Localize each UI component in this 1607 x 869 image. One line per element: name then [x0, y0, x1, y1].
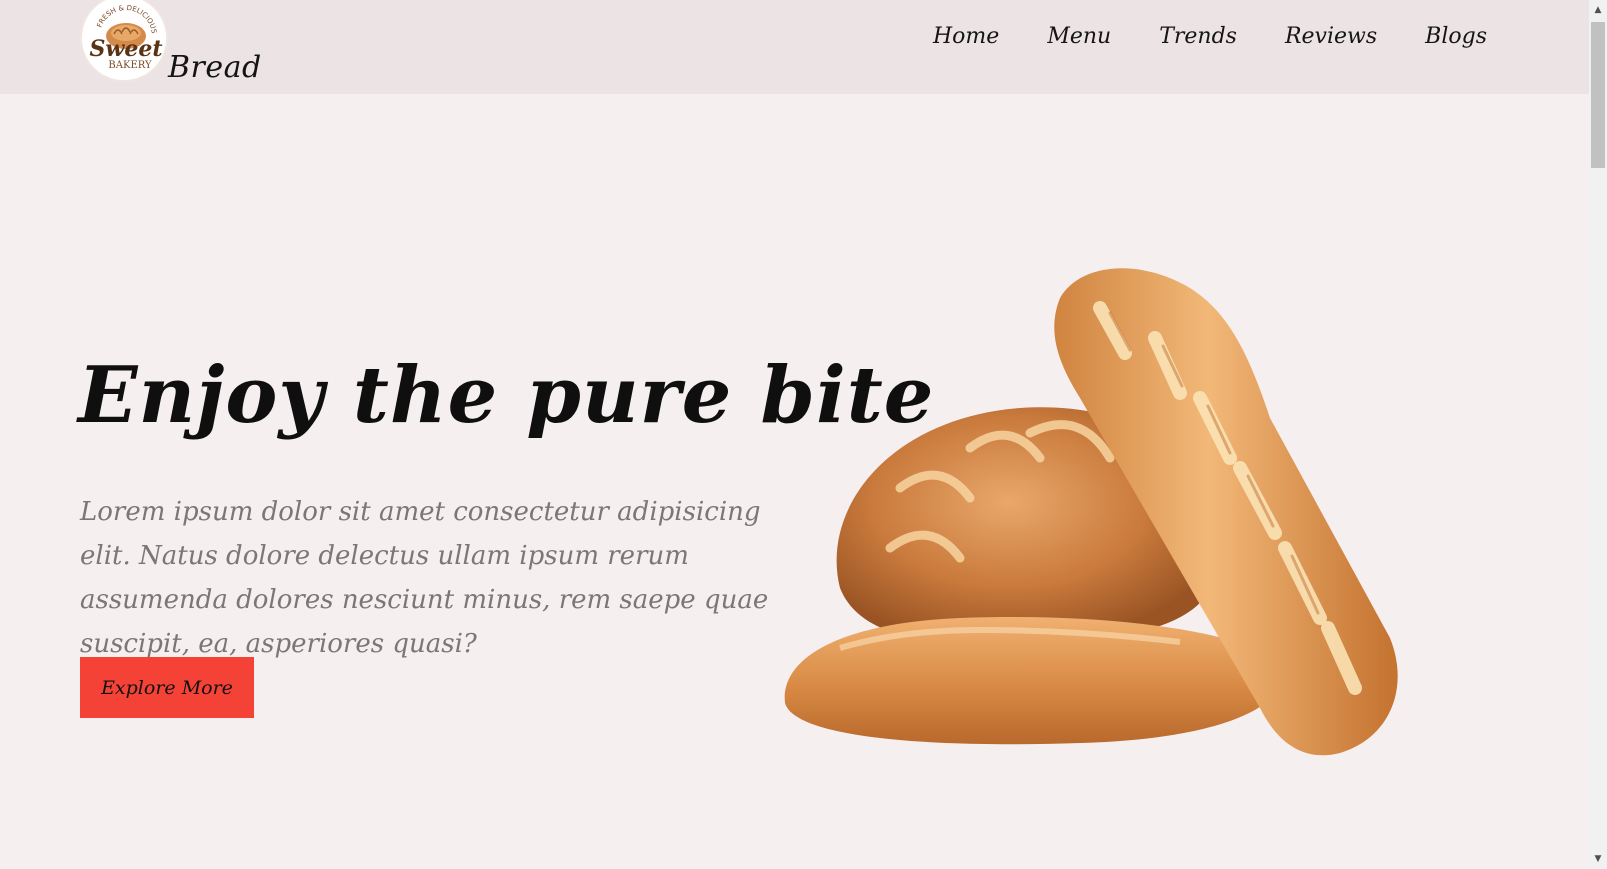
bread-loaves-image — [784, 268, 1398, 756]
brand-name: Bread — [168, 50, 262, 85]
explore-more-button[interactable]: Explore More — [80, 657, 254, 718]
logo[interactable]: FRESH & DELICIOUS Sweet BAKERY — [80, 0, 168, 82]
nav-home-link[interactable]: Home — [933, 24, 999, 49]
site-header: FRESH & DELICIOUS Sweet BAKERY Bread Hom… — [0, 0, 1589, 94]
scroll-up-icon[interactable]: ▲ — [1589, 3, 1607, 17]
svg-text:BAKERY: BAKERY — [108, 60, 152, 71]
scroll-thumb[interactable] — [1591, 22, 1605, 168]
hero-description: Lorem ipsum dolor sit amet consectetur a… — [80, 497, 769, 659]
nav-blogs-link[interactable]: Blogs — [1425, 24, 1487, 49]
sweet-bakery-logo-icon: FRESH & DELICIOUS Sweet BAKERY — [82, 0, 166, 80]
nav-trends-link[interactable]: Trends — [1159, 24, 1237, 49]
scroll-down-icon[interactable]: ▼ — [1589, 852, 1607, 866]
svg-text:Sweet: Sweet — [90, 36, 163, 62]
main-nav: Home Menu Trends Reviews Blogs — [933, 24, 1487, 49]
nav-reviews-link[interactable]: Reviews — [1285, 24, 1377, 49]
page: FRESH & DELICIOUS Sweet BAKERY Bread Hom… — [0, 0, 1607, 869]
nav-menu-link[interactable]: Menu — [1047, 24, 1111, 49]
vertical-scrollbar[interactable]: ▲ ▼ — [1589, 0, 1607, 869]
